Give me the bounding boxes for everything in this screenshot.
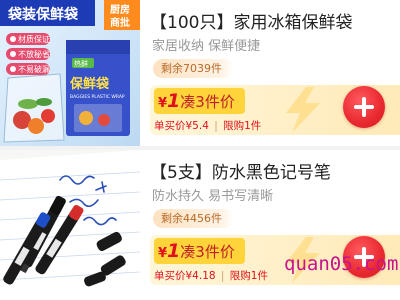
thumb-banner-text: 袋装保鲜袋: [7, 6, 79, 23]
bundle-price-value: 1: [167, 240, 181, 262]
plus-icon: [362, 97, 366, 117]
svg-text:商批: 商批: [110, 16, 130, 29]
bundle-price-label: 凑3件价: [180, 93, 235, 111]
lightning-decor-icon: [286, 87, 320, 133]
thumb-tag: 不放秘省: [18, 49, 50, 59]
currency-symbol: ¥: [158, 96, 168, 111]
product-title[interactable]: 【100只】家用冰箱保鲜袋: [150, 8, 352, 33]
product-info: 【100只】家用冰箱保鲜袋 家居收纳 保鲜便捷 剩余7039件 ¥1凑3件价 单…: [150, 0, 400, 146]
product-image-markers[interactable]: [0, 150, 140, 296]
thumb-pack-small: BAGGIES PLASTIC WRAP: [70, 94, 125, 100]
svg-text:厨房: 厨房: [110, 3, 130, 16]
bundle-price-label: 凑3件价: [180, 243, 235, 261]
thumb-pack-brand: 保鲜袋: [69, 76, 110, 92]
promo-details: 单买价¥5.4 | 限购1件: [154, 118, 261, 133]
promo-bar[interactable]: ¥1凑3件价 单买价¥5.4 | 限购1件: [150, 85, 400, 135]
separator: |: [210, 120, 222, 132]
promo-details: 单买价¥4.18 | 限购1件: [154, 268, 268, 283]
stock-badge: 剩余7039件: [153, 59, 234, 78]
product-subtitle: 家居收纳 保鲜便捷: [152, 39, 261, 54]
purchase-limit: 限购1件: [229, 270, 268, 282]
currency-symbol: ¥: [158, 246, 168, 261]
unit-price: 单买价¥4.18: [154, 270, 216, 282]
thumb-tag: 材质保证: [18, 34, 50, 44]
purchase-limit: 限购1件: [223, 120, 262, 132]
unit-price: 单买价¥5.4: [154, 120, 209, 132]
bundle-price-pill: ¥1凑3件价: [154, 88, 245, 114]
svg-text:热鲜: 热鲜: [74, 59, 88, 68]
thumb-tag: 不易破漏: [18, 64, 50, 74]
separator: |: [217, 270, 228, 282]
product-subtitle: 防水持久 易书写清晰: [152, 189, 274, 204]
site-watermark: quan05.com: [284, 253, 399, 275]
product-title[interactable]: 【5支】防水黑色记号笔: [150, 158, 331, 183]
bundle-price-value: 1: [167, 90, 181, 112]
stock-badge: 剩余4456件: [153, 209, 234, 228]
product-card[interactable]: 袋装保鲜袋 厨房 商批 材质保证 不放秘省 不易破漏 热鲜 保鲜袋 BAGGIE…: [0, 0, 400, 146]
bundle-price-pill: ¥1凑3件价: [154, 238, 245, 264]
product-image-bags[interactable]: 袋装保鲜袋 厨房 商批 材质保证 不放秘省 不易破漏 热鲜 保鲜袋 BAGGIE…: [0, 0, 140, 146]
add-to-cart-button[interactable]: [343, 86, 385, 128]
